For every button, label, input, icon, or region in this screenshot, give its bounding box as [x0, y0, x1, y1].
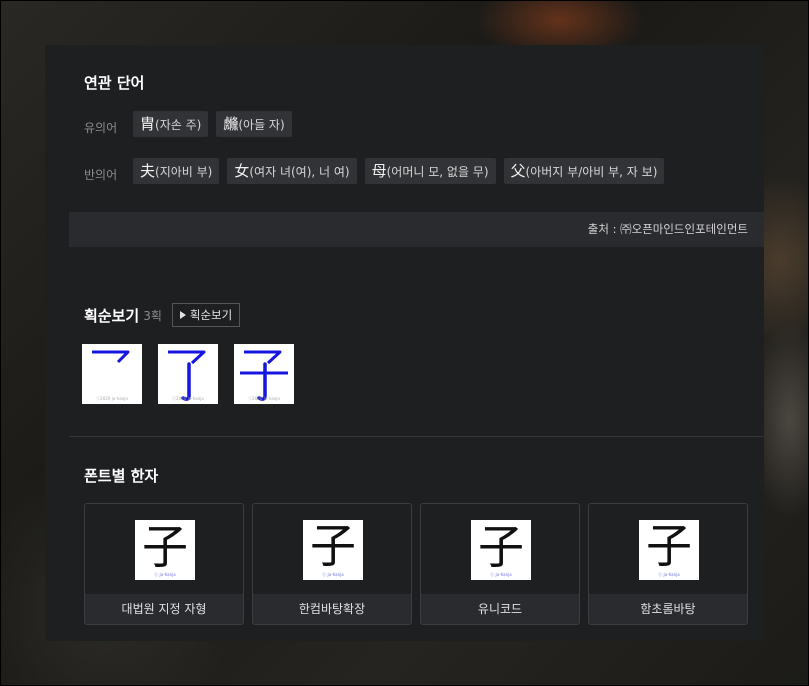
- section-divider: [69, 436, 764, 437]
- font-glyph-image: 子 ⓒ jo-hanja: [471, 520, 531, 580]
- synonym-label: 유의어: [84, 121, 118, 135]
- font-card[interactable]: 子 ⓒ jo-hanja 유니코드: [420, 503, 580, 625]
- antonym-list: 夫(지아비 부) 女(여자 녀(여), 너 여) 母(어머니 모, 없을 무) …: [133, 158, 665, 184]
- font-name: 함초롬바탕: [589, 594, 747, 624]
- antonym-label: 반의어: [84, 168, 118, 182]
- font-glyph-image: 子 ⓒ jo-hanja: [639, 520, 699, 580]
- antonym-chip[interactable]: 母(어머니 모, 없을 무): [364, 158, 496, 184]
- source-credit: 출처 : ㈜오픈마인드인포테인먼트: [69, 212, 764, 247]
- hanja-detail-panel: 연관 단어 유의어 胄(자손 주) 虪(아들 자) 반의어 夫(지아비 부) 女…: [45, 45, 764, 641]
- font-glyph-image: 子 ⓒ jo-hanja: [135, 520, 195, 580]
- font-card-list: 子 ⓒ jo-hanja 대법원 지정 자형 子 ⓒ jo-hanja 한컴바탕…: [84, 503, 748, 625]
- font-name: 한컴바탕확장: [253, 594, 411, 624]
- stroke-count: 3획: [143, 308, 162, 323]
- fonts-title: 폰트별 한자: [84, 467, 159, 485]
- synonym-list: 胄(자손 주) 虪(아들 자): [133, 111, 292, 137]
- stroke-order-images: ⓒ2020 jo-hanja ⓒ2020 jo-hanja ⓒ2020 jo-h…: [82, 344, 294, 404]
- stroke-step-2: ⓒ2020 jo-hanja: [158, 344, 218, 404]
- antonym-chip[interactable]: 女(여자 녀(여), 너 여): [227, 158, 357, 184]
- font-card[interactable]: 子 ⓒ jo-hanja 함초롬바탕: [588, 503, 748, 625]
- font-name: 유니코드: [421, 594, 579, 624]
- stroke-step-3: ⓒ2020 jo-hanja: [234, 344, 294, 404]
- stroke-play-button[interactable]: 획순보기: [171, 303, 241, 327]
- stroke-step-1: ⓒ2020 jo-hanja: [82, 344, 142, 404]
- antonym-chip[interactable]: 夫(지아비 부): [133, 158, 220, 184]
- antonym-chip[interactable]: 父(아버지 부/아비 부, 자 보): [503, 158, 665, 184]
- related-words-title: 연관 단어: [84, 74, 145, 92]
- font-card[interactable]: 子 ⓒ jo-hanja 한컴바탕확장: [252, 503, 412, 625]
- font-card[interactable]: 子 ⓒ jo-hanja 대법원 지정 자형: [84, 503, 244, 625]
- synonym-chip[interactable]: 虪(아들 자): [216, 111, 292, 137]
- font-glyph-image: 子 ⓒ jo-hanja: [303, 520, 363, 580]
- synonym-chip[interactable]: 胄(자손 주): [133, 111, 209, 137]
- font-name: 대법원 지정 자형: [85, 594, 243, 624]
- stroke-order-header: 획순보기 3획 획순보기: [84, 303, 241, 327]
- play-icon: [179, 311, 186, 319]
- stroke-order-title: 획순보기: [84, 306, 140, 325]
